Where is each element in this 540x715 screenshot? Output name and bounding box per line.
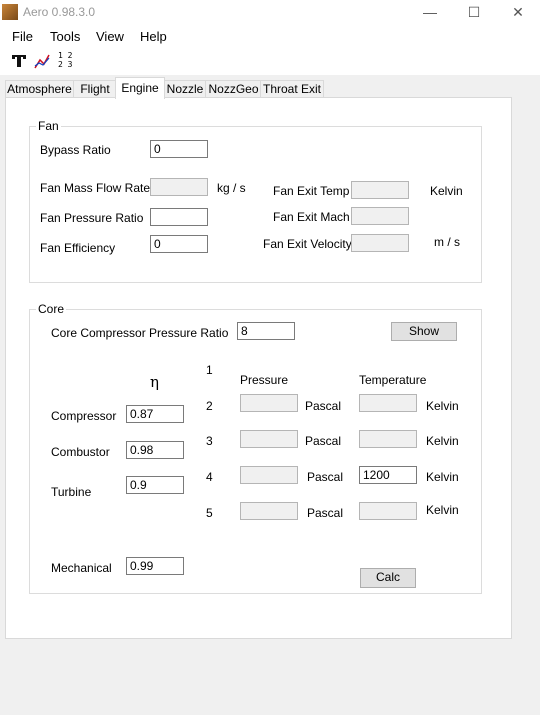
tab-nozzle[interactable]: Nozzle: [163, 80, 207, 98]
station-2-temperature-field[interactable]: [359, 394, 417, 412]
text-tool-icon[interactable]: [10, 52, 28, 70]
fan-exit-temp-unit: Kelvin: [430, 184, 463, 198]
mechanical-efficiency-input[interactable]: [126, 557, 184, 575]
tab-flight[interactable]: Flight: [73, 80, 117, 98]
station-3-temperature-unit: Kelvin: [426, 434, 459, 448]
fan-exit-temp-label: Fan Exit Temp: [273, 184, 350, 198]
show-button[interactable]: Show: [391, 322, 457, 341]
fan-mass-flow-label: Fan Mass Flow Rate: [40, 181, 151, 195]
number-grid-bottom: 2 3: [58, 60, 73, 69]
station-4-temperature-input[interactable]: [359, 466, 417, 484]
station-4-temperature-unit: Kelvin: [426, 470, 459, 484]
station-2-number: 2: [206, 399, 213, 413]
fan-exit-velocity-unit: m / s: [434, 235, 460, 249]
station-5-pressure-field[interactable]: [240, 502, 298, 520]
combustor-efficiency-input[interactable]: [126, 441, 184, 459]
engine-panel: Fan Bypass Ratio Fan Mass Flow Rate kg /…: [5, 97, 512, 639]
menu-view[interactable]: View: [96, 29, 124, 44]
compressor-efficiency-label: Compressor: [51, 409, 117, 423]
station-3-temperature-field[interactable]: [359, 430, 417, 448]
fan-exit-velocity-label: Fan Exit Velocity: [263, 237, 352, 251]
compressor-efficiency-input[interactable]: [126, 405, 184, 423]
eta-symbol: η: [150, 373, 159, 391]
fan-group: Fan Bypass Ratio Fan Mass Flow Rate kg /…: [29, 119, 482, 283]
station-2-pressure-unit: Pascal: [305, 399, 342, 413]
station-1-number: 1: [206, 363, 213, 377]
minimize-button[interactable]: —: [408, 0, 452, 25]
station-5-number: 5: [206, 506, 213, 520]
app-icon: [2, 4, 18, 20]
fan-group-title: Fan: [36, 119, 61, 133]
menu-tools[interactable]: Tools: [50, 29, 80, 44]
bypass-ratio-input[interactable]: [150, 140, 208, 158]
number-grid-icon[interactable]: 1 2 2 3: [58, 51, 76, 69]
core-group: Core Core Compressor Pressure Ratio Show…: [29, 302, 482, 594]
temperature-header: Temperature: [359, 373, 427, 387]
fan-pressure-ratio-label: Fan Pressure Ratio: [40, 211, 144, 225]
maximize-button[interactable]: ☐: [452, 0, 496, 25]
pressure-header: Pressure: [240, 373, 289, 387]
menu-help[interactable]: Help: [140, 29, 167, 44]
line-chart-icon[interactable]: [33, 52, 51, 70]
station-4-pressure-unit: Pascal: [307, 470, 344, 484]
toolbar: 1 2 2 3: [0, 49, 540, 75]
station-4-pressure-field[interactable]: [240, 466, 298, 484]
fan-efficiency-input[interactable]: [150, 235, 208, 253]
station-2-pressure-field[interactable]: [240, 394, 298, 412]
menu-file[interactable]: File: [12, 29, 33, 44]
combustor-efficiency-label: Combustor: [51, 445, 110, 459]
number-grid-top: 1 2: [58, 51, 73, 60]
tab-atmosphere[interactable]: Atmosphere: [5, 80, 74, 98]
calc-button[interactable]: Calc: [360, 568, 416, 588]
tab-engine[interactable]: Engine: [115, 77, 165, 99]
station-5-temperature-unit: Kelvin: [426, 503, 459, 517]
core-compressor-pressure-ratio-label: Core Compressor Pressure Ratio: [51, 326, 229, 340]
station-2-temperature-unit: Kelvin: [426, 399, 459, 413]
menu-bar: File Tools View Help: [0, 25, 540, 49]
close-button[interactable]: ✕: [496, 0, 540, 25]
fan-mass-flow-field[interactable]: [150, 178, 208, 196]
bypass-ratio-label: Bypass Ratio: [40, 143, 111, 157]
fan-pressure-ratio-input[interactable]: [150, 208, 208, 226]
station-5-temperature-field[interactable]: [359, 502, 417, 520]
fan-exit-mach-field[interactable]: [351, 207, 409, 225]
turbine-efficiency-input[interactable]: [126, 476, 184, 494]
tab-throat-exit[interactable]: Throat Exit: [260, 80, 324, 98]
fan-exit-velocity-field[interactable]: [351, 234, 409, 252]
station-3-number: 3: [206, 434, 213, 448]
mechanical-efficiency-label: Mechanical: [51, 561, 112, 575]
window-title: Aero 0.98.3.0: [23, 5, 96, 19]
core-compressor-pressure-ratio-input[interactable]: [237, 322, 295, 340]
station-4-number: 4: [206, 470, 213, 484]
fan-exit-temp-field[interactable]: [351, 181, 409, 199]
station-3-pressure-field[interactable]: [240, 430, 298, 448]
fan-exit-mach-label: Fan Exit Mach: [273, 210, 350, 224]
fan-mass-flow-unit: kg / s: [217, 181, 246, 195]
title-bar: Aero 0.98.3.0 — ☐ ✕: [0, 0, 540, 25]
core-group-title: Core: [36, 302, 67, 316]
fan-efficiency-label: Fan Efficiency: [40, 241, 116, 255]
turbine-efficiency-label: Turbine: [51, 485, 92, 499]
tab-nozzgeo[interactable]: NozzGeo: [205, 80, 262, 98]
station-5-pressure-unit: Pascal: [307, 506, 344, 520]
station-3-pressure-unit: Pascal: [305, 434, 342, 448]
